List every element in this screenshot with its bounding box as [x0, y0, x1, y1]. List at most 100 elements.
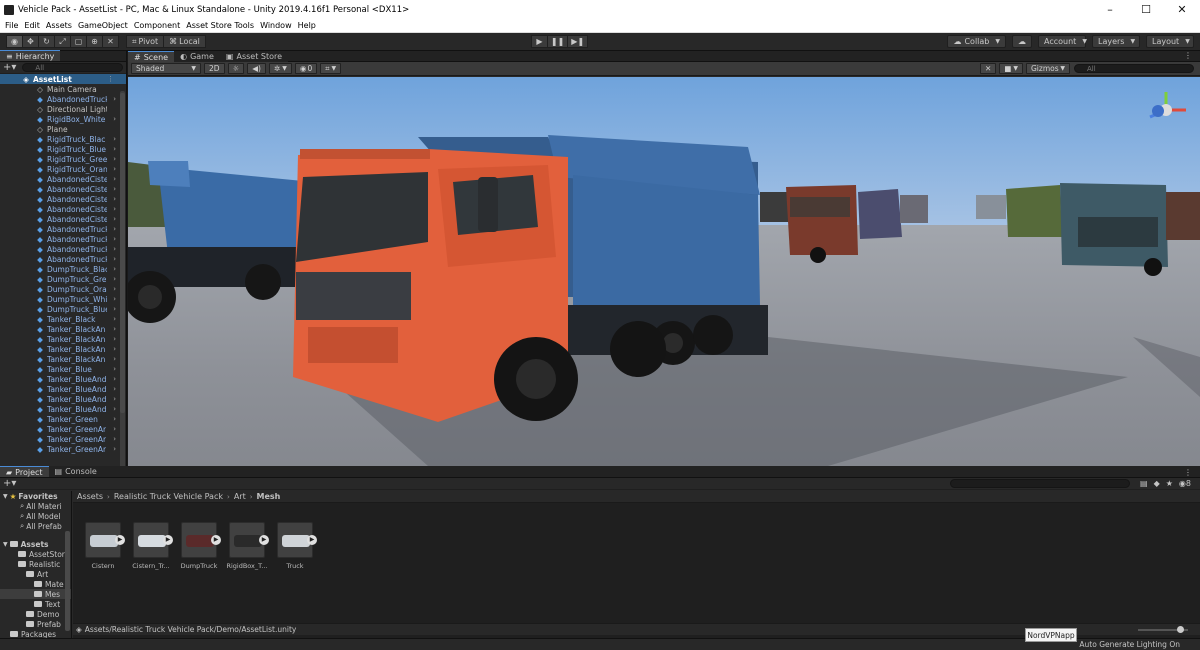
prefab-open-icon[interactable]: ›	[113, 195, 116, 203]
hierarchy-item[interactable]: ◆ RigidBox_White ›	[0, 114, 126, 124]
prefab-open-icon[interactable]: ›	[113, 315, 116, 323]
prefab-open-icon[interactable]: ›	[113, 355, 116, 363]
layout-dropdown[interactable]: Layout ▼	[1146, 35, 1194, 48]
hierarchy-item[interactable]: ◆ AbandonedTruck ›	[0, 224, 126, 234]
orientation-gizmo[interactable]	[1149, 92, 1186, 119]
hidden-objects-toggle[interactable]: ◉ 0	[294, 63, 318, 74]
hierarchy-item[interactable]: ◆ AbandonedTruck ›	[0, 234, 126, 244]
pivot-button[interactable]: ⌗ Pivot	[126, 35, 165, 48]
prefab-open-icon[interactable]: ›	[113, 335, 116, 343]
hierarchy-item[interactable]: ◆ Tanker_BlueAnd ›	[0, 384, 126, 394]
collab-dropdown[interactable]: ☁ Collab ▼	[947, 35, 1006, 48]
folder-tree-item[interactable]: Realistic	[0, 559, 71, 569]
hierarchy-item[interactable]: ◆ DumpTruck_Whi ›	[0, 294, 126, 304]
prefab-open-icon[interactable]: ›	[113, 185, 116, 193]
hierarchy-item[interactable]: ◆ DumpTruck_Gre ›	[0, 274, 126, 284]
cloud-button[interactable]: ☁	[1012, 35, 1032, 48]
pause-button[interactable]: ❚❚	[546, 35, 569, 48]
prefab-open-icon[interactable]: ›	[113, 95, 116, 103]
hierarchy-item[interactable]: ◆ Tanker_BlackAn ›	[0, 354, 126, 364]
project-search-input[interactable]	[950, 479, 1131, 488]
hierarchy-item[interactable]: ◆ AbandonedTruck ›	[0, 244, 126, 254]
hierarchy-item[interactable]: ◆Tanker_GreenAr ›	[0, 454, 126, 457]
asset-item[interactable]: ▶ DumpTruck	[177, 522, 221, 578]
asset-item[interactable]: ▶ RigidBox_T...	[225, 522, 269, 578]
add-icon[interactable]: +▾	[3, 478, 16, 489]
prefab-open-icon[interactable]: ›	[113, 285, 116, 293]
scale-tool-button[interactable]: ⤢	[54, 35, 71, 48]
effects-dropdown[interactable]: ✲ ▼	[268, 63, 292, 74]
shading-mode-dropdown[interactable]: Shaded ▼	[131, 63, 201, 74]
hidden-packages-toggle[interactable]: ◉8	[1179, 479, 1191, 488]
add-icon[interactable]: +▾	[3, 62, 16, 73]
tab-asset-store[interactable]: ▣ Asset Store	[219, 51, 289, 62]
audio-toggle[interactable]: ◀)	[247, 63, 266, 74]
zoom-slider-thumb[interactable]	[1177, 625, 1184, 633]
tab-console[interactable]: ▤ Console	[48, 466, 103, 477]
local-button[interactable]: ⌘ Local	[163, 35, 206, 48]
account-dropdown[interactable]: Account ▼	[1038, 35, 1087, 48]
prefab-open-icon[interactable]: ›	[113, 395, 116, 403]
gizmos-dropdown[interactable]: Gizmos ▼	[1026, 63, 1070, 74]
more-icon[interactable]: ⋮	[1184, 51, 1192, 61]
asset-item[interactable]: ▶ Truck	[273, 522, 317, 578]
menu-assets[interactable]: Assets	[46, 21, 72, 30]
prefab-open-icon[interactable]: ›	[113, 375, 116, 383]
breadcrumb-item[interactable]: Art	[234, 492, 246, 501]
more-icon[interactable]: ⋮	[1184, 468, 1192, 477]
hierarchy-item[interactable]: ◇ Directional Light	[0, 104, 126, 114]
hierarchy-item[interactable]: ◆ RigidTruck_Oran ›	[0, 164, 126, 174]
move-tool-button[interactable]: ✥	[22, 35, 39, 48]
tools-button[interactable]: ✕	[979, 63, 997, 74]
expand-asset-icon[interactable]: ▶	[307, 535, 317, 545]
prefab-open-icon[interactable]: ›	[113, 405, 116, 413]
tab-scene[interactable]: # Scene	[128, 51, 175, 62]
grid-dropdown[interactable]: ⌗ ▼	[320, 63, 342, 74]
menu-edit[interactable]: Edit	[24, 21, 40, 30]
hierarchy-item[interactable]: ◆ AbandonedCiste ›	[0, 204, 126, 214]
hierarchy-item[interactable]: ◆ Tanker_BlueAnd ›	[0, 394, 126, 404]
filter-type-icon[interactable]: ▤	[1140, 479, 1148, 488]
expand-asset-icon[interactable]: ▶	[115, 535, 125, 545]
menu-file[interactable]: File	[5, 21, 18, 30]
hierarchy-item[interactable]: ◇ Main Camera	[0, 84, 126, 94]
folder-tree-item[interactable]: Demo	[0, 609, 71, 619]
prefab-open-icon[interactable]: ›	[113, 425, 116, 433]
prefab-open-icon[interactable]: ›	[113, 325, 116, 333]
hierarchy-item[interactable]: ◆ Tanker_BlueAnd ›	[0, 374, 126, 384]
menu-component[interactable]: Component	[134, 21, 180, 30]
prefab-open-icon[interactable]: ›	[113, 385, 116, 393]
assets-header[interactable]: ▼ Assets	[0, 539, 71, 549]
hierarchy-item[interactable]: ◆ Tanker_BlackAn ›	[0, 344, 126, 354]
lighting-toggle[interactable]: ☼	[227, 63, 245, 74]
hierarchy-item[interactable]: ◆ AbandonedTruck ›	[0, 254, 126, 264]
hierarchy-item[interactable]: ◆ DumpTruck_Blue ›	[0, 304, 126, 314]
breadcrumb-item[interactable]: Realistic Truck Vehicle Pack	[114, 492, 223, 501]
view-tool-button[interactable]: ◉	[6, 35, 23, 48]
filter-label-icon[interactable]: ◆	[1154, 479, 1160, 488]
prefab-open-icon[interactable]: ›	[113, 205, 116, 213]
prefab-open-icon[interactable]: ›	[113, 435, 116, 443]
expand-asset-icon[interactable]: ▶	[163, 535, 173, 545]
hierarchy-item[interactable]: ◆ RigidTruck_Blue ›	[0, 144, 126, 154]
favorites-header[interactable]: ▼ ★ Favorites	[0, 491, 71, 501]
prefab-open-icon[interactable]: ›	[113, 175, 116, 183]
prefab-open-icon[interactable]: ›	[113, 235, 116, 243]
hierarchy-item[interactable]: ◆ AbandonedCiste ›	[0, 214, 126, 224]
prefab-open-icon[interactable]: ›	[113, 255, 116, 263]
prefab-open-icon[interactable]: ›	[113, 305, 116, 313]
custom-tool-button[interactable]: ✕	[102, 35, 119, 48]
favorite-item[interactable]: ⌕ All Prefab	[0, 521, 71, 531]
scene-search-input[interactable]: All	[1074, 64, 1194, 73]
prefab-open-icon[interactable]: ›	[113, 135, 116, 143]
menu-gameobject[interactable]: GameObject	[78, 21, 128, 30]
hierarchy-item[interactable]: ◆ Tanker_BlackAn ›	[0, 334, 126, 344]
transform-tool-button[interactable]: ⊕	[86, 35, 103, 48]
more-icon[interactable]: ⋮	[107, 75, 114, 83]
folder-tree-item[interactable]: Mate	[0, 579, 71, 589]
hierarchy-item[interactable]: ◆ AbandonedCiste ›	[0, 184, 126, 194]
prefab-open-icon[interactable]: ›	[113, 225, 116, 233]
rotate-tool-button[interactable]: ↻	[38, 35, 55, 48]
minimize-button[interactable]: –	[1092, 0, 1128, 19]
scene-viewport[interactable]	[128, 77, 1200, 466]
